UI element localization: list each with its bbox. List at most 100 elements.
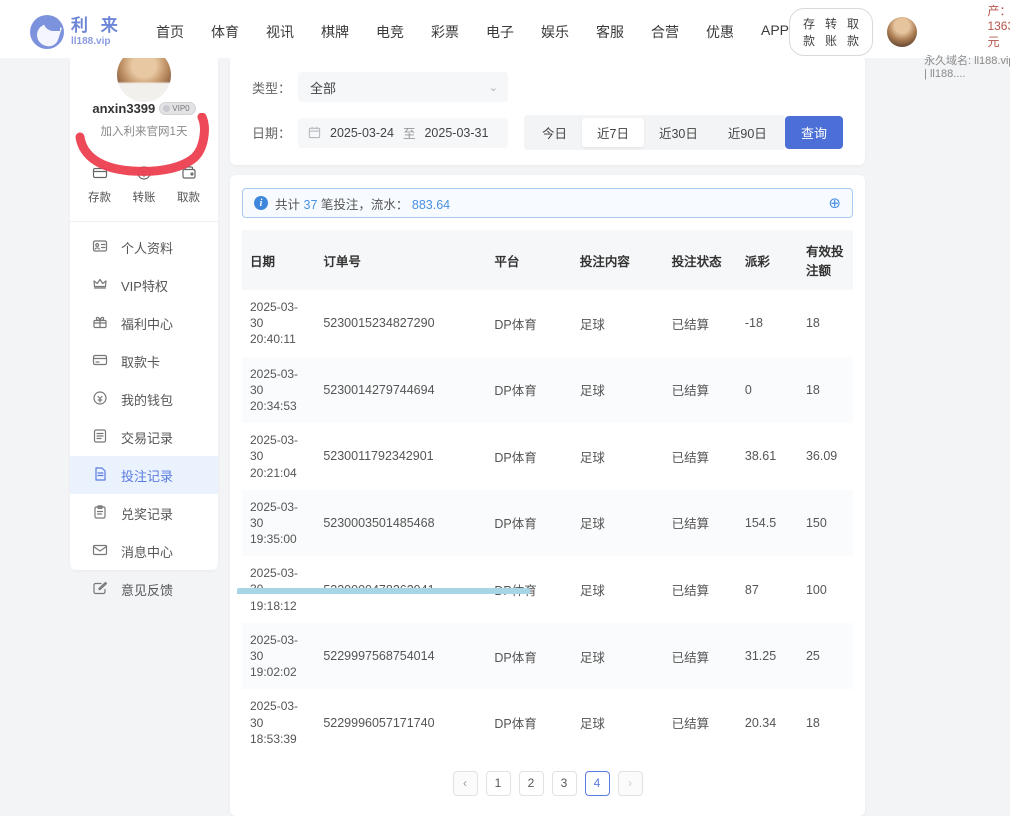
range-button[interactable]: 今日 <box>527 118 582 147</box>
nav-item[interactable]: 优惠 <box>706 22 734 42</box>
range-button[interactable]: 近7日 <box>582 118 644 147</box>
valid-bet-amount: 25 <box>798 623 853 690</box>
user-account-block[interactable]: anxin3399 总资产： 1363.49元 永久域名: ll188.vip … <box>887 0 1010 80</box>
payout: 87 <box>737 556 798 623</box>
nav-item[interactable]: 合营 <box>651 22 679 42</box>
feedback-icon <box>92 580 108 599</box>
sidebar-item[interactable]: 消息中心 <box>70 532 218 570</box>
filter-panel: 类型： 全部 ⌄ 日期： 2025-03-24 <box>230 55 865 165</box>
quick-action-withdraw[interactable]: 取款 <box>177 165 200 205</box>
prev-page-button[interactable]: ‹ <box>453 771 478 796</box>
profile-username: anxin3399 <box>92 101 155 116</box>
sidebar-item[interactable]: VIP特权 <box>70 266 218 304</box>
vip-badge: VIP0 <box>159 102 195 115</box>
sidebar-item[interactable]: 我的钱包 <box>70 380 218 418</box>
date-from-value: 2025-03-24 <box>330 126 394 140</box>
type-select[interactable]: 全部 ⌄ <box>298 72 508 102</box>
order-number: 5230011792342901 <box>315 423 486 490</box>
brand-logo-icon <box>30 15 64 49</box>
platform: DP体育 <box>486 290 572 357</box>
info-icon: i <box>254 196 268 210</box>
nav-item[interactable]: 体育 <box>211 22 239 42</box>
nav-item[interactable]: 首页 <box>156 22 184 42</box>
table-row[interactable]: 2025-03-3020:21:04 5230011792342901 DP体育… <box>242 423 853 490</box>
page-button[interactable]: 3 <box>552 771 577 796</box>
page-button[interactable]: 1 <box>486 771 511 796</box>
valid-bet-amount: 18 <box>798 689 853 756</box>
nav-item[interactable]: 电子 <box>486 22 514 42</box>
sidebar-item[interactable]: 交易记录 <box>70 418 218 456</box>
quick-action-transfer[interactable]: 转账 <box>133 165 156 205</box>
nav-item[interactable]: APP <box>761 22 789 42</box>
summary-volume: 883.64 <box>412 198 450 212</box>
column-header: 派彩 <box>737 230 798 290</box>
sidebar-item[interactable]: 兑奖记录 <box>70 494 218 532</box>
order-number: 5229996057171740 <box>315 689 486 756</box>
nav-item[interactable]: 棋牌 <box>321 22 349 42</box>
page-button[interactable]: 4 <box>585 771 610 796</box>
bet-time: 20:40:11 <box>250 331 307 347</box>
main-menu: 首页 体育 视讯 棋牌 电竞 彩票 电子 娱乐 客服 合营 优惠 APP <box>156 22 789 42</box>
quick-action-deposit[interactable]: 存款 <box>88 165 111 205</box>
clipboard-icon <box>92 504 108 523</box>
payout: -18 <box>737 290 798 357</box>
wallet-pill[interactable]: 取款 <box>847 15 859 49</box>
table-row[interactable]: 2025-03-3018:53:39 5229996057171740 DP体育… <box>242 689 853 756</box>
page-button[interactable]: 2 <box>519 771 544 796</box>
bet-content: 足球 <box>572 623 664 690</box>
deposit-icon <box>92 165 108 184</box>
bet-content: 足球 <box>572 556 664 623</box>
column-header: 日期 <box>242 230 315 290</box>
range-button[interactable]: 近90日 <box>713 118 782 147</box>
wallet-pill[interactable]: 转账 <box>825 15 837 49</box>
sidebar-item[interactable]: 个人资料 <box>70 228 218 266</box>
bet-status: 已结算 <box>664 623 737 690</box>
sidebar-item[interactable]: 投注记录 <box>70 456 218 494</box>
sidebar-menu: 个人资料 VIP特权 福利中心 取款卡 我的钱包 交易记录 投注记录 兑奖记录 … <box>70 228 218 608</box>
bottom-accent-bar <box>237 588 530 594</box>
bet-records-table: 日期订单号平台投注内容投注状态派彩有效投注额 2025-03-3020:40:1… <box>242 230 853 756</box>
user-avatar <box>887 17 917 47</box>
list-icon <box>92 428 108 447</box>
wallet-actions-group: 存款转账取款 <box>789 8 873 56</box>
sidebar-item[interactable]: 意见反馈 <box>70 570 218 608</box>
divider <box>70 221 218 222</box>
date-range-input[interactable]: 2025-03-24 至 2025-03-31 <box>298 118 508 148</box>
nav-item[interactable]: 视讯 <box>266 22 294 42</box>
wallet-pill[interactable]: 存款 <box>803 15 815 49</box>
valid-bet-amount: 150 <box>798 490 853 557</box>
pagination: ‹ 1234 › <box>242 771 853 796</box>
order-number: 5229997568754014 <box>315 623 486 690</box>
bet-time: 19:35:00 <box>250 531 307 547</box>
range-button[interactable]: 近30日 <box>644 118 713 147</box>
assets-label: 总资产： <box>987 0 1010 18</box>
sidebar-item-label: 福利中心 <box>121 314 173 333</box>
table-row[interactable]: 2025-03-3020:40:11 5230015234827290 DP体育… <box>242 290 853 357</box>
assets-value: 1363.49元 <box>987 19 1010 49</box>
bet-date: 2025-03-30 <box>250 632 307 664</box>
wallet-icon <box>92 390 108 409</box>
summary-count: 37 <box>304 198 318 212</box>
nav-item[interactable]: 彩票 <box>431 22 459 42</box>
bet-status: 已结算 <box>664 357 737 424</box>
sidebar-item-label: 消息中心 <box>121 542 173 561</box>
nav-item[interactable]: 电竞 <box>376 22 404 42</box>
join-duration-text: 加入利来官网1天 <box>70 123 218 139</box>
nav-item[interactable]: 娱乐 <box>541 22 569 42</box>
date-filter-label: 日期： <box>252 123 298 142</box>
expand-circle-plus-icon[interactable]: ⊕ <box>828 196 841 211</box>
nav-item[interactable]: 客服 <box>596 22 624 42</box>
table-row[interactable]: 2025-03-3020:34:53 5230014279744694 DP体育… <box>242 357 853 424</box>
table-row[interactable]: 2025-03-3019:35:00 5230003501485468 DP体育… <box>242 490 853 557</box>
sidebar-item[interactable]: 取款卡 <box>70 342 218 380</box>
table-row[interactable]: 2025-03-3019:02:02 5229997568754014 DP体育… <box>242 623 853 690</box>
platform: DP体育 <box>486 490 572 557</box>
bank-card-icon <box>92 352 108 371</box>
date-separator: 至 <box>403 123 416 142</box>
brand-logo[interactable]: 利 来 ll188.vip <box>30 15 130 49</box>
bet-content: 足球 <box>572 423 664 490</box>
next-page-button[interactable]: › <box>618 771 643 796</box>
sidebar-item[interactable]: 福利中心 <box>70 304 218 342</box>
search-button[interactable]: 查询 <box>785 116 843 149</box>
bet-date: 2025-03-30 <box>250 299 307 331</box>
